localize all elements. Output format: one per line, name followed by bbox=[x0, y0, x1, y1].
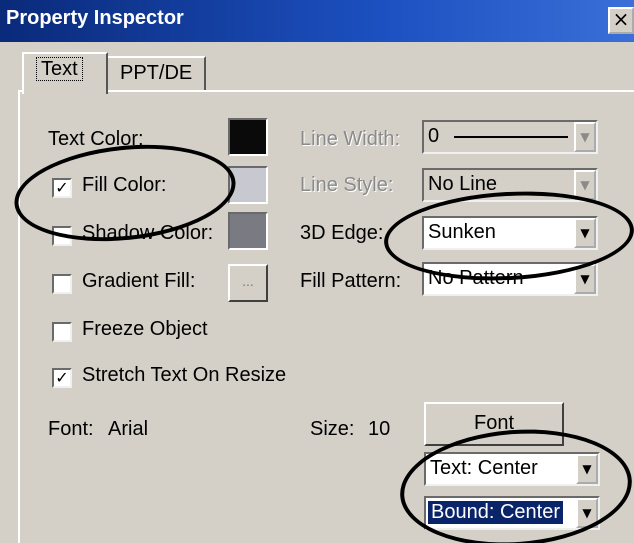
line-width-select[interactable]: 0 ▼ bbox=[422, 120, 598, 154]
fill-pattern-label: Fill Pattern: bbox=[300, 270, 402, 292]
stretch-text-label: Stretch Text On Resize bbox=[82, 364, 287, 386]
font-value: Arial bbox=[108, 418, 149, 440]
text-color-swatch[interactable] bbox=[228, 118, 268, 156]
gradient-fill-button[interactable]: ... bbox=[228, 264, 268, 302]
3d-edge-label: 3D Edge: bbox=[300, 222, 384, 244]
tab-ppt-de[interactable]: PPT/DE bbox=[106, 56, 206, 92]
gradient-fill-checkbox[interactable] bbox=[52, 274, 72, 294]
line-style-value: No Line bbox=[428, 173, 497, 195]
line-style-label: Line Style: bbox=[300, 174, 394, 196]
font-label: Font: bbox=[48, 418, 94, 440]
shadow-color-swatch[interactable] bbox=[228, 212, 268, 250]
property-inspector-window: Property Inspector × Text PPT/DE Text Co… bbox=[0, 0, 634, 543]
stretch-text-checkbox[interactable]: ✓ bbox=[52, 368, 72, 388]
tab-ppt-de-label: PPT/DE bbox=[120, 62, 193, 84]
line-width-sample bbox=[454, 136, 568, 138]
tab-text-label: Text bbox=[36, 57, 83, 81]
freeze-object-checkbox[interactable] bbox=[52, 322, 72, 342]
chevron-down-icon[interactable]: ▼ bbox=[574, 122, 596, 152]
window-title: Property Inspector bbox=[6, 7, 184, 29]
close-button[interactable]: × bbox=[608, 7, 634, 34]
title-bar[interactable]: Property Inspector × bbox=[0, 0, 634, 42]
size-value: 10 bbox=[368, 418, 391, 440]
gradient-fill-label: Gradient Fill: bbox=[82, 270, 196, 292]
tab-text[interactable]: Text bbox=[22, 52, 108, 94]
size-label: Size: bbox=[310, 418, 355, 440]
line-width-value: 0 bbox=[428, 125, 440, 147]
freeze-object-label: Freeze Object bbox=[82, 318, 208, 340]
line-width-label: Line Width: bbox=[300, 128, 401, 150]
